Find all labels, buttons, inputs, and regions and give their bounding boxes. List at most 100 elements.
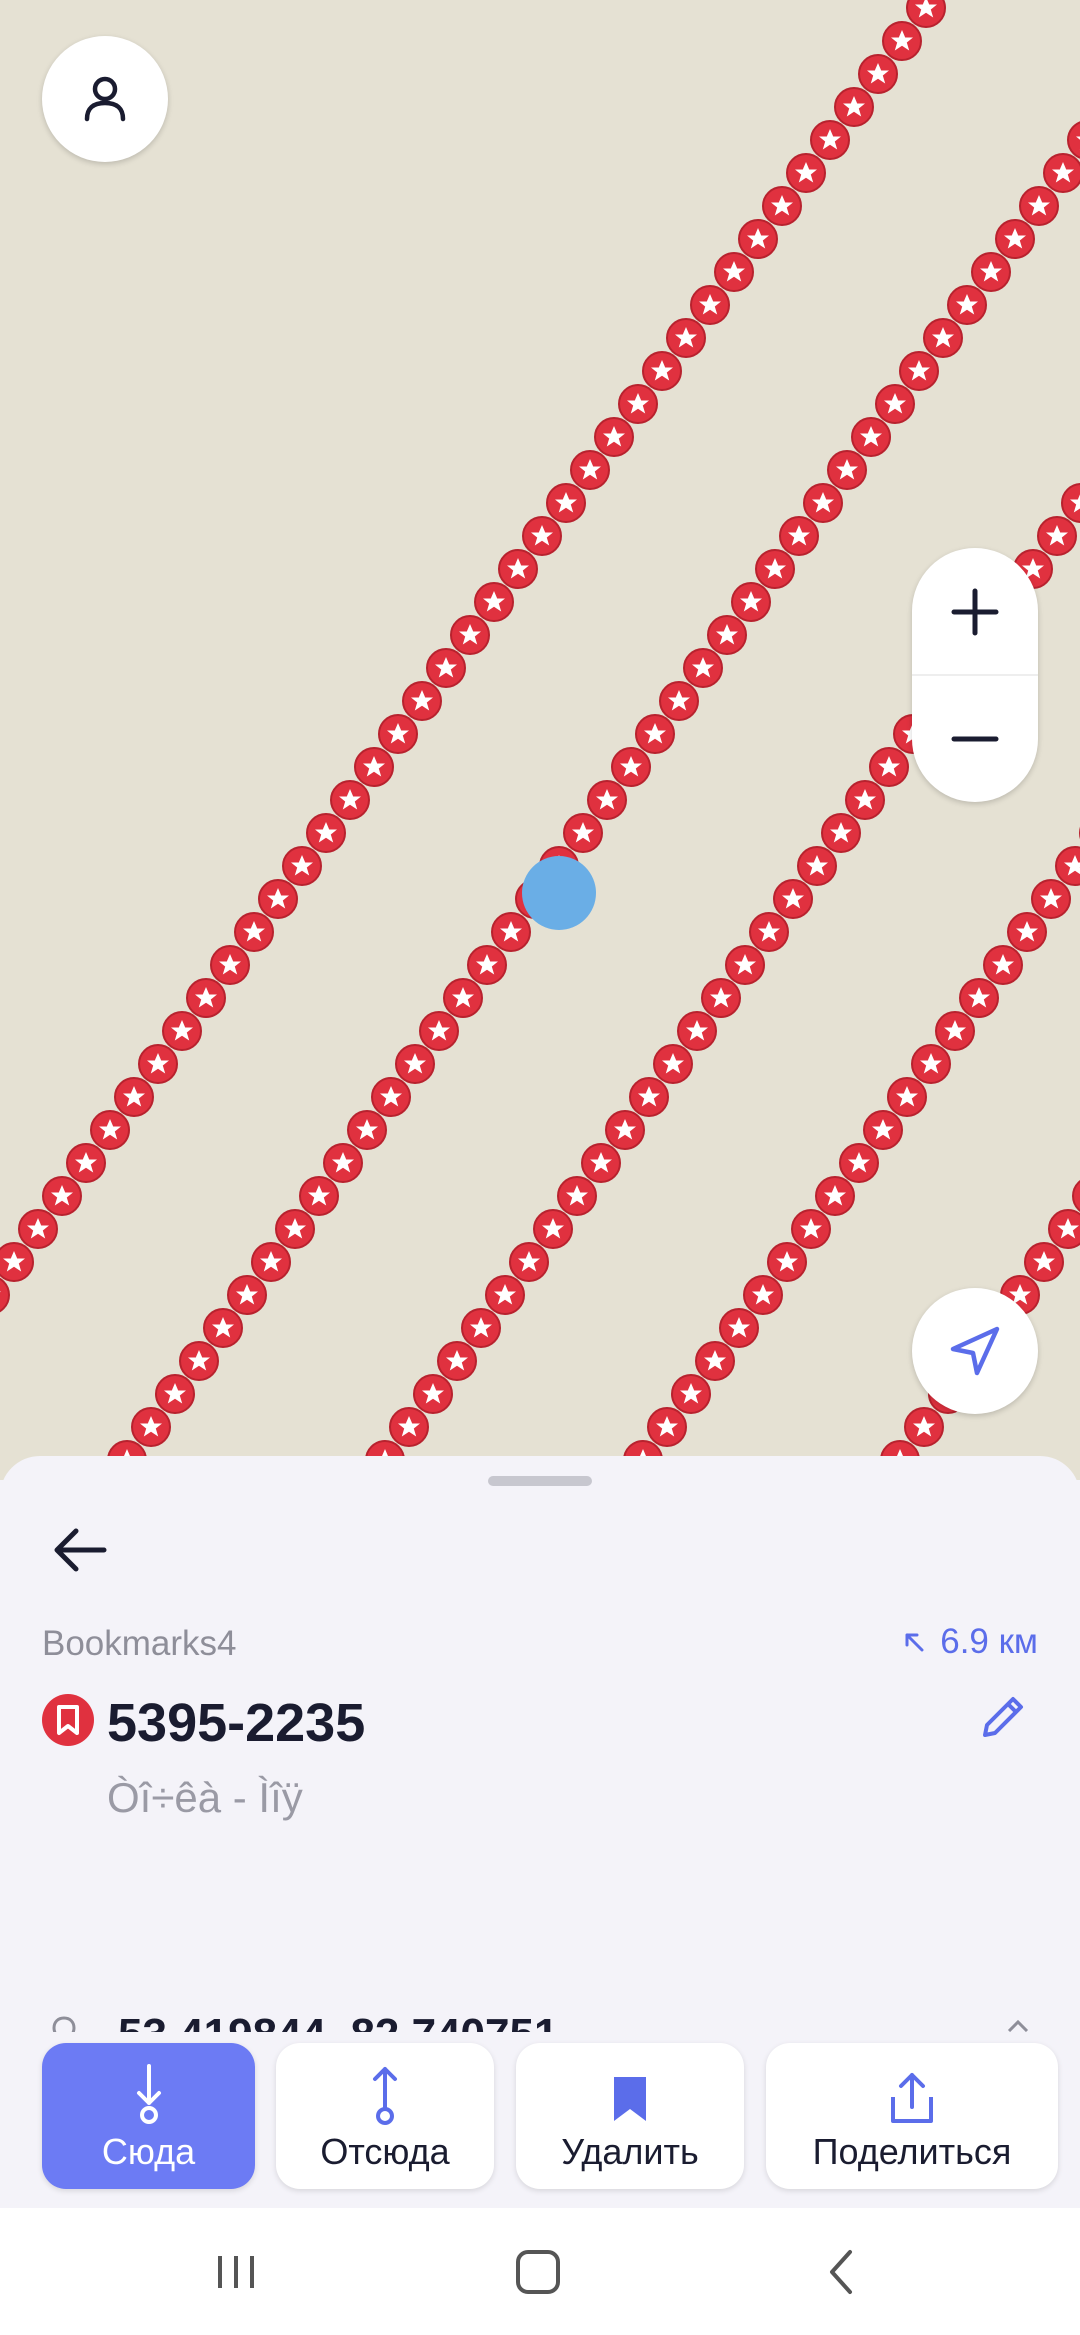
bookmark-pin[interactable] (815, 1176, 855, 1216)
sheet-drag-handle[interactable] (488, 1476, 592, 1486)
bookmark-pin[interactable] (90, 1110, 130, 1150)
bookmark-pin[interactable] (413, 1374, 453, 1414)
edit-button[interactable] (968, 1682, 1038, 1752)
bookmark-pin[interactable] (731, 582, 771, 622)
bookmark-pin[interactable] (635, 714, 675, 754)
route-to-button[interactable]: Сюда (42, 2043, 255, 2189)
bookmark-pin[interactable] (875, 384, 915, 424)
bookmark-pin[interactable] (275, 1209, 315, 1249)
bookmark-pin[interactable] (995, 219, 1035, 259)
bookmark-pin[interactable] (959, 978, 999, 1018)
bookmark-pin[interactable] (1037, 516, 1077, 556)
bookmark-pin[interactable] (887, 1077, 927, 1117)
bookmark-pin[interactable] (839, 1143, 879, 1183)
bookmark-pin[interactable] (371, 1077, 411, 1117)
home-button[interactable] (478, 2208, 598, 2335)
bookmark-pin[interactable] (834, 87, 874, 127)
bookmark-pin[interactable] (491, 912, 531, 952)
profile-button[interactable] (42, 36, 168, 162)
bookmark-pin[interactable] (935, 1011, 975, 1051)
bookmark-pin[interactable] (1067, 120, 1080, 160)
bookmark-pin[interactable] (803, 483, 843, 523)
bookmark-pin[interactable] (904, 1407, 944, 1447)
bookmark-pin[interactable] (1019, 186, 1059, 226)
bookmark-pin[interactable] (851, 417, 891, 457)
bookmark-pin[interactable] (797, 846, 837, 886)
bookmark-pin[interactable] (138, 1044, 178, 1084)
bookmark-pin[interactable] (1055, 846, 1080, 886)
bookmark-pin[interactable] (647, 1407, 687, 1447)
bookmark-pin[interactable] (299, 1176, 339, 1216)
bookmark-pin[interactable] (773, 879, 813, 919)
bookmark-pin[interactable] (1007, 912, 1047, 952)
bookmark-pin[interactable] (594, 417, 634, 457)
bookmark-pin[interactable] (443, 978, 483, 1018)
bookmark-pin[interactable] (437, 1341, 477, 1381)
bookmark-pin[interactable] (695, 1341, 735, 1381)
bookmark-pin[interactable] (581, 1143, 621, 1183)
bookmark-pin[interactable] (509, 1242, 549, 1282)
bookmark-pin[interactable] (546, 483, 586, 523)
bookmark-pin[interactable] (642, 351, 682, 391)
bookmark-pin[interactable] (983, 945, 1023, 985)
bookmark-pin[interactable] (906, 0, 946, 28)
my-location-button[interactable] (912, 1288, 1038, 1414)
bookmark-pin[interactable] (1031, 879, 1071, 919)
bookmark-pin[interactable] (947, 285, 987, 325)
bookmark-pin[interactable] (42, 1176, 82, 1216)
bookmark-pin[interactable] (714, 252, 754, 292)
bookmark-pin[interactable] (419, 1011, 459, 1051)
bookmark-pin[interactable] (719, 1308, 759, 1348)
bookmark-pin[interactable] (923, 318, 963, 358)
zoom-out-button[interactable] (912, 675, 1038, 802)
bookmark-pin[interactable] (869, 747, 909, 787)
bookmark-pin[interactable] (0, 1242, 34, 1282)
bookmark-pin[interactable] (779, 516, 819, 556)
bookmark-pin[interactable] (845, 780, 885, 820)
bookmark-pin[interactable] (179, 1341, 219, 1381)
bookmark-pin[interactable] (570, 450, 610, 490)
bookmark-pin[interactable] (563, 813, 603, 853)
bookmark-pin[interactable] (743, 1275, 783, 1315)
bookmark-pin[interactable] (821, 813, 861, 853)
bookmark-pin[interactable] (755, 549, 795, 589)
bookmark-pin[interactable] (461, 1308, 501, 1348)
bookmark-pin[interactable] (611, 747, 651, 787)
bookmark-pin[interactable] (863, 1110, 903, 1150)
bookmark-pin[interactable] (725, 945, 765, 985)
bookmark-pin[interactable] (618, 384, 658, 424)
bookmark-pin[interactable] (251, 1242, 291, 1282)
bookmark-pin[interactable] (749, 912, 789, 952)
bookmark-pin[interactable] (258, 879, 298, 919)
bookmark-pin[interactable] (347, 1110, 387, 1150)
bookmark-pin[interactable] (162, 1011, 202, 1051)
bookmark-pin[interactable] (378, 714, 418, 754)
bookmark-pin[interactable] (18, 1209, 58, 1249)
bookmark-pin[interactable] (767, 1242, 807, 1282)
bookmark-pin[interactable] (629, 1077, 669, 1117)
bookmark-pin[interactable] (66, 1143, 106, 1183)
bookmark-pin[interactable] (234, 912, 274, 952)
bookmark-collection-name[interactable]: Bookmarks4 (42, 1624, 237, 1664)
bookmark-pin[interactable] (677, 1011, 717, 1051)
bookmark-pin[interactable] (786, 153, 826, 193)
bookmark-pin[interactable] (450, 615, 490, 655)
bookmark-pin[interactable] (659, 681, 699, 721)
bookmark-pin[interactable] (1048, 1209, 1080, 1249)
bookmark-pin[interactable] (203, 1308, 243, 1348)
bookmark-pin[interactable] (402, 681, 442, 721)
bookmark-pin[interactable] (762, 186, 802, 226)
bookmark-pin[interactable] (858, 54, 898, 94)
bookmark-pin[interactable] (323, 1143, 363, 1183)
route-from-button[interactable]: Отсюда (276, 2043, 494, 2189)
bookmark-pin[interactable] (186, 978, 226, 1018)
bookmark-pin[interactable] (227, 1275, 267, 1315)
bookmark-pin[interactable] (810, 120, 850, 160)
bookmark-pin[interactable] (971, 252, 1011, 292)
bookmark-pin[interactable] (426, 648, 466, 688)
bookmark-pin[interactable] (1024, 1242, 1064, 1282)
share-button[interactable]: Поделиться (766, 2043, 1058, 2189)
bookmark-pin[interactable] (557, 1176, 597, 1216)
bookmark-pin[interactable] (666, 318, 706, 358)
bookmark-pin[interactable] (605, 1110, 645, 1150)
